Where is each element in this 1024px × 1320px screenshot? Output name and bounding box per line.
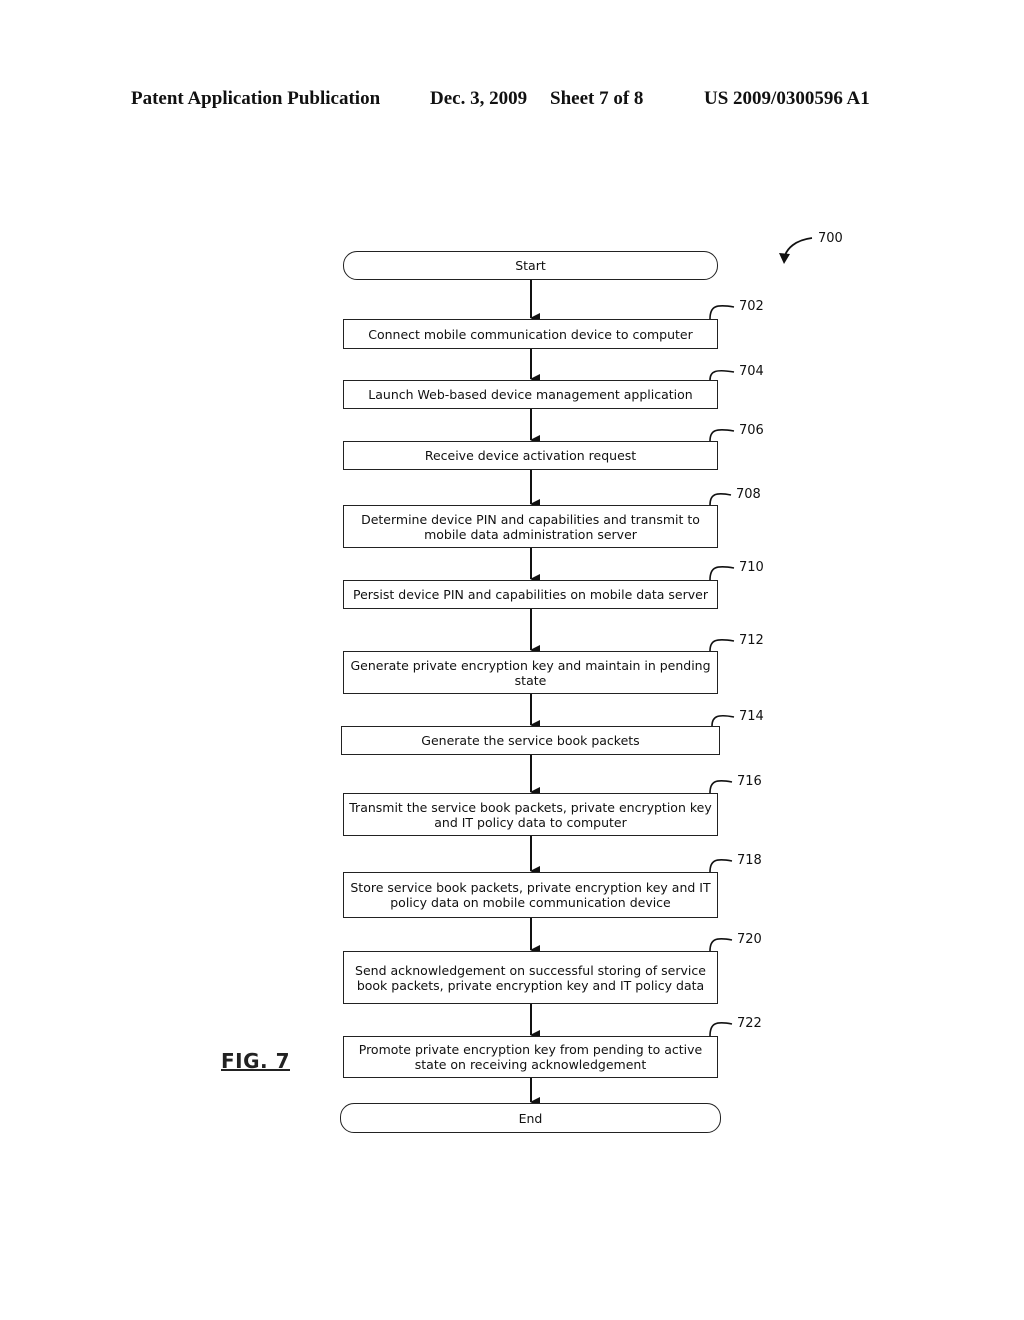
step-704-ref: 704 <box>739 364 764 379</box>
reference-leader-line <box>709 638 735 652</box>
step-702-ref: 702 <box>739 299 764 314</box>
step-716-ref: 716 <box>737 774 762 789</box>
step-720-ref: 720 <box>737 932 762 947</box>
step-712-box: Generate private encryption key and main… <box>343 651 718 694</box>
reference-leader-line <box>709 1021 733 1037</box>
reference-leader-line <box>709 858 733 873</box>
figure-reference-number: 700 <box>818 231 843 246</box>
step-708-box: Determine device PIN and capabilities an… <box>343 505 718 548</box>
figure-reference-arrowhead <box>779 253 790 264</box>
step-708-ref: 708 <box>736 487 761 502</box>
step-710-box: Persist device PIN and capabilities on m… <box>343 580 718 609</box>
step-722-ref: 722 <box>737 1016 762 1031</box>
reference-leader-line <box>709 304 735 320</box>
step-710-ref: 710 <box>739 560 764 575</box>
reference-leader-line <box>709 428 735 442</box>
reference-leader-line <box>709 779 733 794</box>
step-706-ref: 706 <box>739 423 764 438</box>
step-718-ref: 718 <box>737 853 762 868</box>
reference-leader-line <box>709 565 735 581</box>
step-712-ref: 712 <box>739 633 764 648</box>
end-terminal: End <box>340 1103 721 1133</box>
step-720-box: Send acknowledgement on successful stori… <box>343 951 718 1004</box>
step-714-ref: 714 <box>739 709 764 724</box>
step-714-box: Generate the service book packets <box>341 726 720 755</box>
step-716-box: Transmit the service book packets, priva… <box>343 793 718 836</box>
step-722-box: Promote private encryption key from pend… <box>343 1036 718 1078</box>
reference-leader-line <box>709 369 735 381</box>
step-706-box: Receive device activation request <box>343 441 718 470</box>
figure-label: FIG. 7 <box>221 1049 290 1073</box>
reference-leader-line <box>709 492 732 506</box>
step-702-box: Connect mobile communication device to c… <box>343 319 718 349</box>
start-terminal: Start <box>343 251 718 280</box>
reference-leader-line <box>711 714 735 727</box>
step-718-box: Store service book packets, private encr… <box>343 872 718 918</box>
reference-leader-line <box>709 937 733 952</box>
step-704-box: Launch Web-based device management appli… <box>343 380 718 409</box>
